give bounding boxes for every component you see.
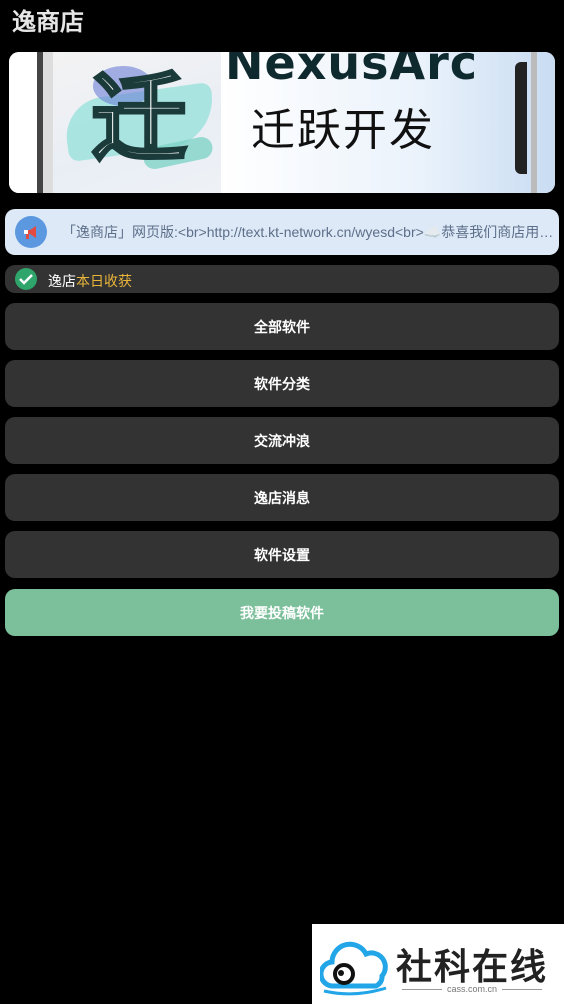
notice-bar[interactable]: 「逸商店」网页版:<br>http://text.kt-network.cn/w… — [5, 209, 559, 255]
all-software-button[interactable]: 全部软件 — [5, 303, 559, 350]
daily-status-bar[interactable]: 逸店本日收获 — [5, 265, 559, 293]
promo-banner[interactable]: 迁 NexusArc 迁跃开发 — [9, 52, 555, 193]
watermark-domain: cass.com.cn — [396, 984, 548, 994]
notice-text: 「逸商店」网页版:<br>http://text.kt-network.cn/w… — [62, 224, 559, 240]
software-category-button[interactable]: 软件分类 — [5, 360, 559, 407]
community-button[interactable]: 交流冲浪 — [5, 417, 559, 464]
submit-software-button[interactable]: 我要投稿软件 — [5, 589, 559, 636]
store-messages-button[interactable]: 逸店消息 — [5, 474, 559, 521]
check-circle-icon — [15, 268, 37, 290]
watermark: 社科在线 cass.com.cn — [312, 924, 564, 1004]
watermark-name: 社科在线 — [396, 947, 549, 988]
banner-glyph: 迁 — [90, 63, 189, 176]
app-title: 逸商店 — [12, 8, 84, 36]
cloud-logo-icon — [318, 936, 390, 1000]
banner-text-area: NexusArc 迁跃开发 — [221, 52, 555, 193]
banner-logo-art: 迁 — [53, 52, 221, 193]
phone-edge-graphic — [497, 52, 555, 193]
status-label: 逸店本日收获 — [48, 271, 132, 291]
status-label-text: 逸店 — [48, 274, 76, 290]
banner-brand: NexusArc — [225, 52, 479, 90]
software-settings-button[interactable]: 软件设置 — [5, 531, 559, 578]
status-value: 本日收获 — [76, 274, 132, 290]
megaphone-icon — [15, 216, 47, 248]
banner-slogan: 迁跃开发 — [251, 105, 435, 156]
banner-frame — [9, 52, 53, 193]
